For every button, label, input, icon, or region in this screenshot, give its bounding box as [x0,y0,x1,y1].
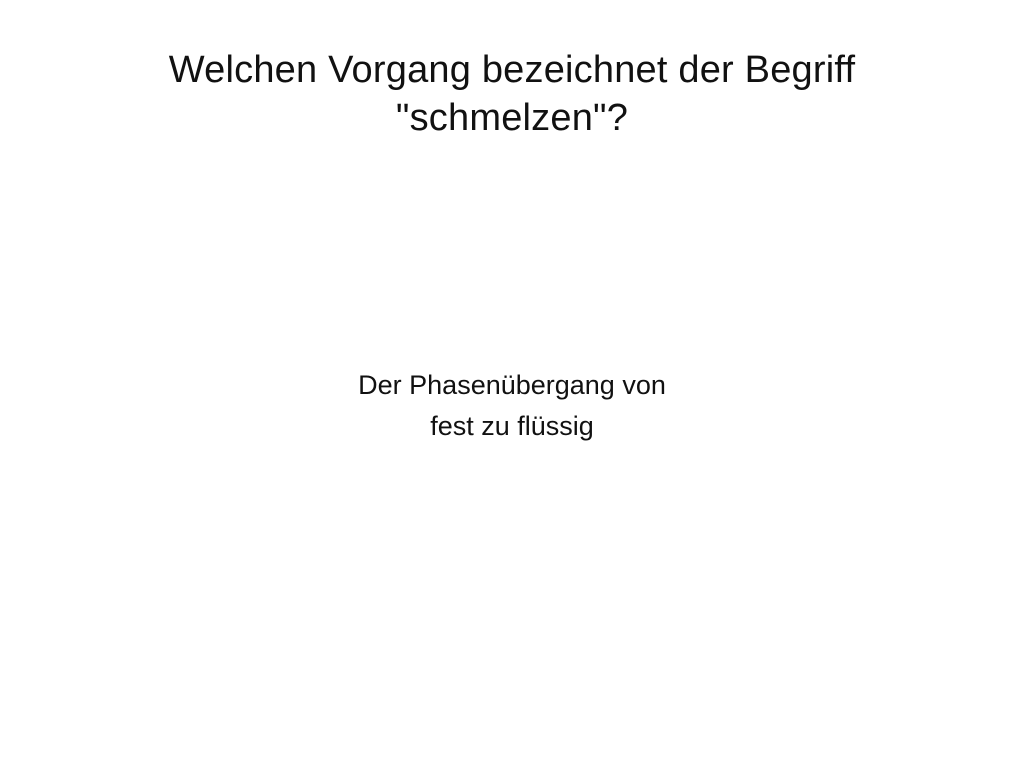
answer-line-2: fest zu flüssig [430,411,594,441]
question-text: Welchen Vorgang bezeichnet der Begriff "… [112,46,912,142]
question-line-1: Welchen Vorgang bezeichnet der Begriff [168,49,856,91]
flashcard: Welchen Vorgang bezeichnet der Begriff "… [0,0,1024,768]
question-line-2: "schmelzen"? [395,97,629,139]
answer-text: Der Phasenübergang von fest zu flüssig [262,365,762,447]
answer-line-1: Der Phasenübergang von [358,370,666,400]
